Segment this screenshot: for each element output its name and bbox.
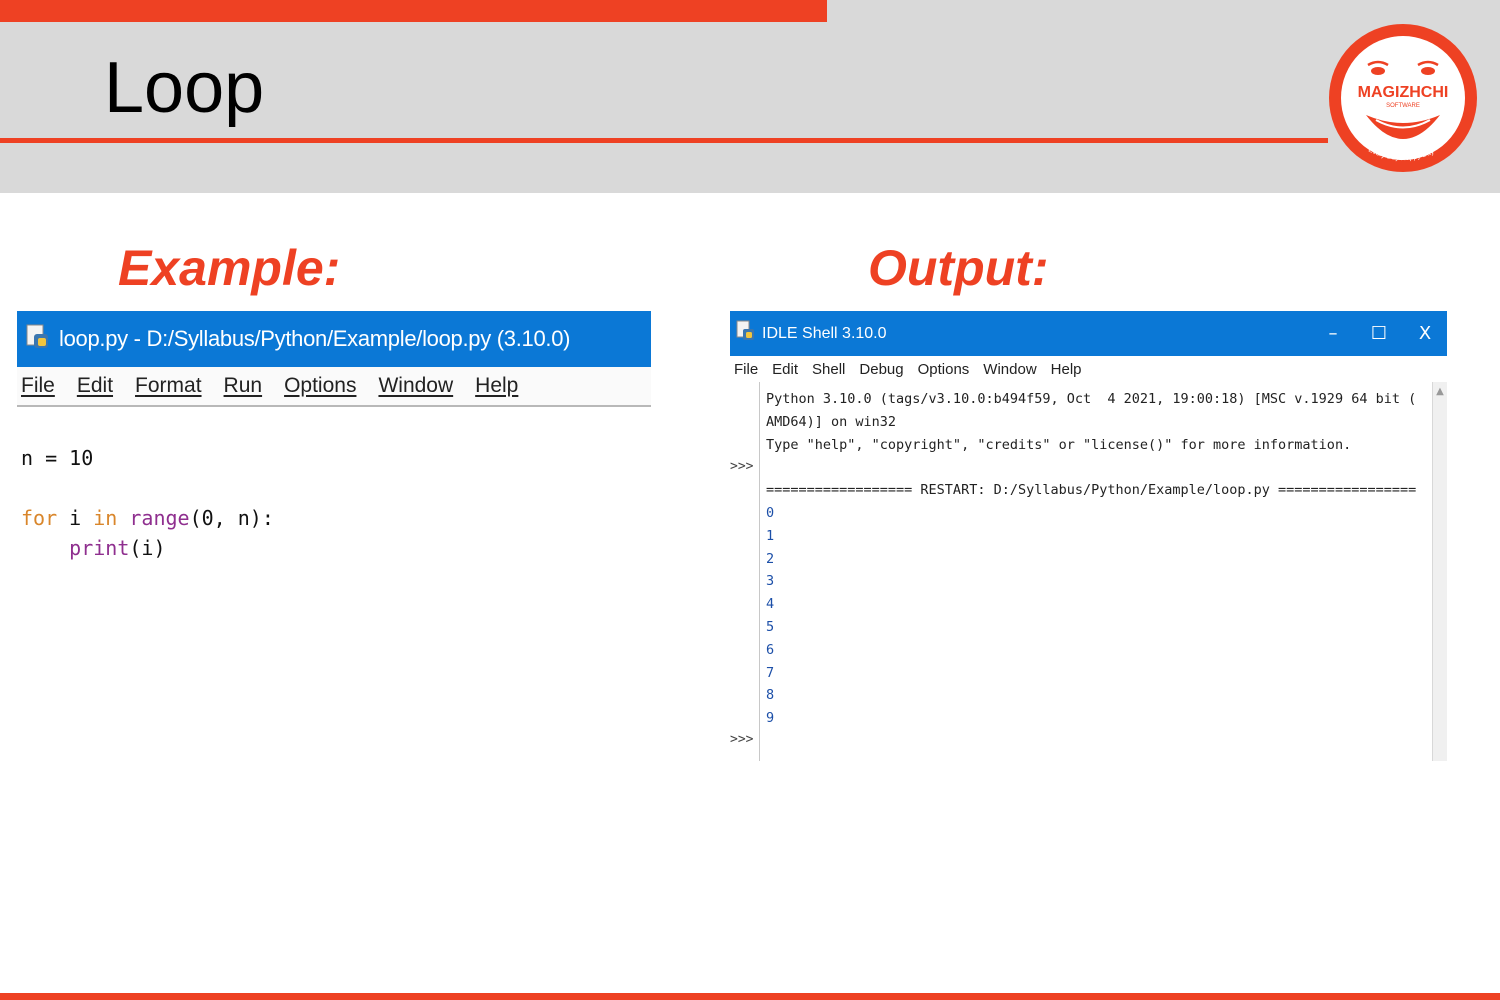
footer-accent-bar: [0, 993, 1500, 1000]
code-var: i: [57, 506, 94, 530]
company-logo: MAGIZHCHI SOFTWARE Every Day Happy Day: [1328, 23, 1478, 173]
logo-sub: SOFTWARE: [1386, 103, 1420, 109]
logo-brand: MAGIZHCHI: [1358, 84, 1449, 101]
builtin-print: print: [69, 536, 130, 560]
shell-body[interactable]: >>> >>> Python 3.10.0 (tags/v3.10.0:b494…: [730, 382, 1447, 761]
editor-menu-help[interactable]: Help: [475, 374, 518, 398]
scroll-up-icon[interactable]: ▲: [1433, 386, 1447, 397]
idle-shell-window: IDLE Shell 3.10.0 – ☐ X File Edit Shell …: [730, 311, 1447, 761]
shell-prompt: >>>: [730, 732, 754, 747]
code-args: (i): [129, 536, 166, 560]
title-underline: [0, 138, 1328, 143]
shell-menu-shell[interactable]: Shell: [812, 361, 845, 378]
output-line: 4: [766, 596, 775, 613]
banner-line: Type "help", "copyright", "credits" or "…: [766, 436, 1352, 453]
python-file-icon: [25, 323, 51, 356]
banner-line: Python 3.10.0 (tags/v3.10.0:b494f59, Oct…: [766, 391, 1417, 407]
output-line: 0: [766, 504, 775, 521]
editor-menu-file[interactable]: File: [21, 374, 55, 398]
editor-menu-run[interactable]: Run: [224, 374, 263, 398]
output-line: 6: [766, 641, 775, 658]
code-args: (0, n):: [189, 506, 274, 530]
example-label: Example:: [118, 240, 341, 296]
close-button[interactable]: X: [1402, 311, 1448, 356]
keyword-in: in: [93, 506, 118, 530]
top-accent-bar: [0, 0, 827, 22]
output-line: 1: [766, 527, 775, 544]
editor-code-area[interactable]: n = 10 for i in range(0, n): print(i): [17, 407, 651, 563]
shell-title: IDLE Shell 3.10.0: [762, 324, 887, 342]
shell-menu-options[interactable]: Options: [918, 361, 970, 378]
maximize-button[interactable]: ☐: [1356, 311, 1402, 356]
prompt-gutter: >>> >>>: [730, 382, 760, 761]
output-line: 9: [766, 710, 775, 727]
minimize-button[interactable]: –: [1310, 311, 1356, 356]
shell-menu-window[interactable]: Window: [983, 361, 1036, 378]
output-line: 7: [766, 664, 775, 681]
editor-window: loop.py - D:/Syllabus/Python/Example/loo…: [17, 311, 651, 571]
shell-menu-file[interactable]: File: [734, 361, 758, 378]
shell-menubar: File Edit Shell Debug Options Window Hel…: [730, 356, 1447, 382]
editor-titlebar: loop.py - D:/Syllabus/Python/Example/loo…: [17, 311, 651, 367]
shell-titlebar: IDLE Shell 3.10.0 – ☐ X: [730, 311, 1447, 356]
editor-menubar: File Edit Format Run Options Window Help: [17, 367, 651, 407]
output-line: 3: [766, 573, 775, 590]
output-line: 2: [766, 550, 775, 567]
shell-output-text: Python 3.10.0 (tags/v3.10.0:b494f59, Oct…: [766, 388, 1430, 730]
code-line: print(i): [21, 533, 651, 563]
shell-prompt: >>>: [730, 459, 754, 474]
code-line: n = 10: [21, 446, 94, 470]
shell-scrollbar[interactable]: ▲: [1432, 382, 1447, 761]
output-line: 5: [766, 618, 775, 635]
shell-menu-edit[interactable]: Edit: [772, 361, 798, 378]
shell-menu-help[interactable]: Help: [1051, 361, 1082, 378]
editor-menu-format[interactable]: Format: [135, 374, 202, 398]
editor-menu-edit[interactable]: Edit: [77, 374, 113, 398]
output-label: Output:: [868, 240, 1049, 296]
idle-icon: [736, 320, 756, 347]
editor-menu-options[interactable]: Options: [284, 374, 356, 398]
builtin-range: range: [117, 506, 190, 530]
editor-menu-window[interactable]: Window: [378, 374, 453, 398]
restart-line: ================== RESTART: D:/Syllabus/…: [766, 482, 1417, 499]
editor-title: loop.py - D:/Syllabus/Python/Example/loo…: [59, 326, 571, 351]
code-line: for i in range(0, n):: [21, 503, 651, 533]
slide-title: Loop: [104, 48, 265, 128]
output-line: 8: [766, 687, 775, 704]
banner-line: AMD64)] on win32: [766, 413, 897, 430]
shell-menu-debug[interactable]: Debug: [859, 361, 903, 378]
keyword-for: for: [21, 506, 58, 530]
